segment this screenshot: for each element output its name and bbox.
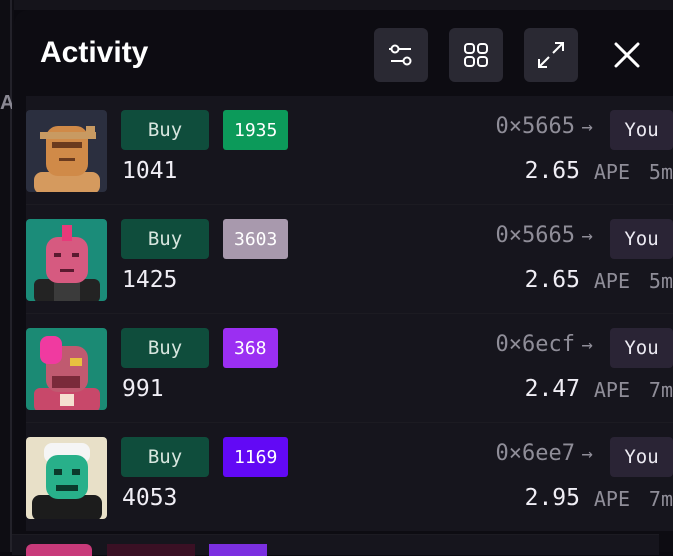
currency-label: APE — [593, 269, 630, 293]
top-bar — [0, 0, 673, 10]
nft-avatar-image — [26, 110, 107, 192]
buy-badge: Buy — [121, 219, 209, 259]
time-ago: 5m — [648, 160, 673, 184]
nft-avatar-image — [26, 219, 107, 301]
nft-avatar-image — [26, 544, 92, 556]
buy-badge: Buy — [121, 328, 209, 368]
arrow-right-icon: → — [581, 443, 593, 465]
expand-button[interactable] — [524, 28, 578, 82]
buy-badge: Buy — [121, 437, 209, 477]
to-address[interactable]: You — [610, 219, 673, 259]
activity-row[interactable]: Buy 3603 1425 0×5665 → You 2.65 APE 5m — [26, 204, 673, 313]
nft-avatar-image — [26, 437, 107, 519]
price-value: 2.65 — [524, 158, 580, 184]
price-value: 2.95 — [524, 485, 580, 511]
time-ago: 5m — [648, 269, 673, 293]
from-address[interactable]: 0×6ecf — [496, 332, 575, 357]
time-ago: 7m — [648, 487, 673, 511]
arrow-right-icon: → — [581, 116, 593, 138]
token-badge[interactable]: 1935 — [223, 110, 289, 150]
activity-row[interactable]: Buy 368 991 0×6ecf → You 2.47 APE 7m — [26, 313, 673, 422]
grid-icon — [464, 43, 488, 67]
token-id: 991 — [122, 376, 164, 402]
currency-label: APE — [593, 378, 630, 402]
grid-view-button[interactable] — [449, 28, 503, 82]
sliders-icon — [389, 44, 412, 66]
from-address[interactable]: 0×6ee7 — [496, 441, 575, 466]
price-value: 2.47 — [524, 376, 580, 402]
close-icon — [614, 42, 640, 68]
from-address[interactable]: 0×5665 — [496, 114, 575, 139]
from-address[interactable]: 0×5665 — [496, 223, 575, 248]
to-address[interactable]: You — [610, 328, 673, 368]
activity-list: Buy 1935 1041 0×5665 → You 2.65 APE 5m B… — [26, 96, 673, 531]
nft-avatar-image — [26, 328, 107, 410]
buy-badge: Buy — [121, 110, 209, 150]
activity-row[interactable]: Buy 1169 4053 0×6ee7 → You 2.95 APE 7m — [26, 422, 673, 531]
activity-row[interactable]: Buy 1935 1041 0×5665 → You 2.65 APE 5m — [26, 96, 673, 204]
token-badge — [209, 544, 267, 556]
activity-panel: Activity Buy 1935 1041 0×5665 → You 2.65… — [14, 10, 673, 552]
arrow-right-icon: → — [581, 225, 593, 247]
time-ago: 7m — [648, 378, 673, 402]
close-button[interactable] — [610, 38, 644, 72]
expand-icon — [538, 42, 564, 68]
token-badge[interactable]: 1169 — [223, 437, 289, 477]
arrow-right-icon: → — [581, 334, 593, 356]
background-page-letter: A — [0, 92, 12, 114]
token-id: 4053 — [122, 485, 178, 511]
currency-label: APE — [593, 487, 630, 511]
token-id: 1041 — [122, 158, 178, 184]
filter-button[interactable] — [374, 28, 428, 82]
panel-title: Activity — [40, 36, 149, 69]
buy-badge — [107, 544, 195, 556]
token-badge[interactable]: 368 — [223, 328, 278, 368]
currency-label: APE — [593, 160, 630, 184]
token-badge[interactable]: 3603 — [223, 219, 289, 259]
to-address[interactable]: You — [610, 437, 673, 477]
to-address[interactable]: You — [610, 110, 673, 150]
price-value: 2.65 — [524, 267, 580, 293]
token-id: 1425 — [122, 267, 178, 293]
background-page-edge — [0, 0, 14, 552]
